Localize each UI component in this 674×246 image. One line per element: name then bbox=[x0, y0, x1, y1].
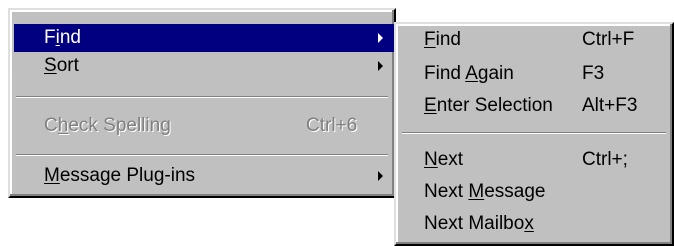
submenu-item-find-again[interactable]: Find Again F3 bbox=[400, 60, 670, 88]
submenu-item-enter-selection[interactable]: Enter Selection Alt+F3 bbox=[400, 92, 670, 120]
menu-separator bbox=[16, 154, 388, 156]
menu-item-message-plug-ins-label: Message Plug-ins bbox=[44, 165, 196, 186]
submenu-item-find-shortcut: Ctrl+F bbox=[582, 29, 635, 50]
submenu-item-next[interactable]: Next Ctrl+; bbox=[400, 146, 670, 174]
submenu-item-next-message[interactable]: Next Message bbox=[400, 178, 670, 206]
submenu-item-enter-selection-shortcut: Alt+F3 bbox=[582, 95, 638, 116]
submenu-arrow-icon bbox=[378, 33, 383, 43]
find-submenu: Find Ctrl+F Find Again F3 Enter Selectio… bbox=[394, 22, 674, 246]
menu-item-check-spelling[interactable]: Check Spelling Ctrl+6 bbox=[14, 112, 394, 140]
menu-item-check-spelling-shortcut: Ctrl+6 bbox=[306, 115, 358, 136]
submenu-item-next-message-label: Next Message bbox=[424, 181, 546, 202]
submenu-separator bbox=[402, 132, 666, 134]
submenu-item-next-shortcut: Ctrl+; bbox=[582, 149, 628, 170]
menu-item-find[interactable]: Find bbox=[14, 24, 394, 52]
menu-item-sort-label: Sort bbox=[44, 55, 79, 76]
submenu-item-next-label: Next bbox=[424, 149, 464, 170]
submenu-arrow-icon bbox=[378, 61, 383, 71]
submenu-item-find-label: Find bbox=[424, 29, 461, 50]
menu-item-sort[interactable]: Sort bbox=[14, 52, 394, 80]
menu-item-find-label: Find bbox=[44, 27, 81, 48]
submenu-arrow-icon bbox=[378, 171, 383, 181]
main-menu: Find Sort Check Spelling Ctrl+6 Message … bbox=[8, 8, 396, 198]
submenu-item-find[interactable]: Find Ctrl+F bbox=[400, 26, 670, 54]
menu-separator bbox=[16, 96, 388, 98]
submenu-item-next-mailbox-label: Next Mailbox bbox=[424, 213, 534, 234]
submenu-item-next-mailbox[interactable]: Next Mailbox bbox=[400, 210, 670, 238]
menu-item-message-plug-ins[interactable]: Message Plug-ins bbox=[14, 162, 394, 190]
menu-item-check-spelling-label: Check Spelling bbox=[44, 115, 171, 136]
submenu-item-find-again-label: Find Again bbox=[424, 63, 514, 84]
submenu-item-enter-selection-label: Enter Selection bbox=[424, 95, 553, 116]
submenu-item-find-again-shortcut: F3 bbox=[582, 63, 605, 84]
